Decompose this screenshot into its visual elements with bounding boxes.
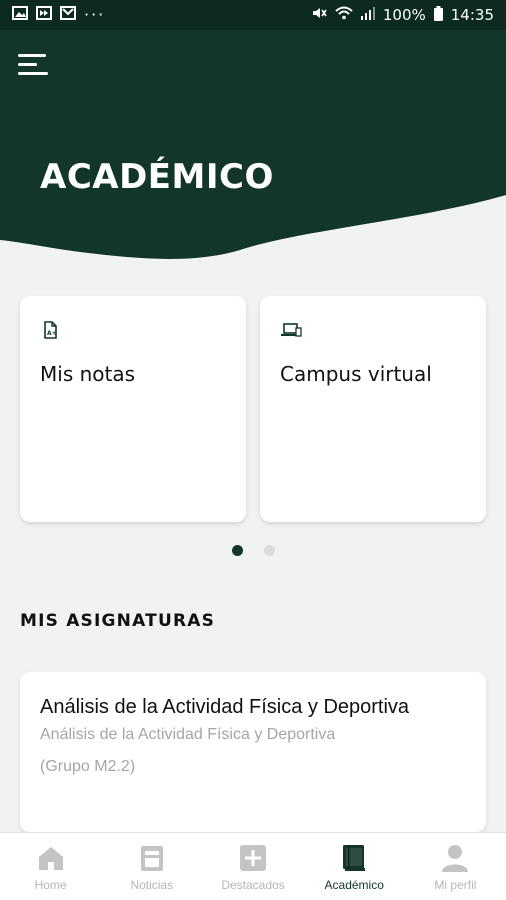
nav-item-destacados[interactable]: Destacados [202, 833, 303, 900]
mail-notification-icon [60, 6, 76, 24]
nav-label: Home [34, 878, 67, 892]
nav-item-home[interactable]: Home [0, 833, 101, 900]
nav-item-academico[interactable]: Académico [304, 833, 405, 900]
mute-icon [311, 6, 327, 24]
subject-group: (Grupo M2.2) [40, 758, 136, 775]
battery-percent: 100% [382, 6, 426, 24]
header-background [0, 30, 506, 259]
status-bar-right: 100% 14:35 [311, 5, 494, 25]
status-bar-left: ··· [12, 6, 105, 24]
nav-label: Académico [324, 878, 384, 892]
image-notification-icon [12, 6, 28, 24]
nav-label: Mi perfil [434, 878, 477, 892]
carousel-dot[interactable] [263, 545, 275, 556]
menu-icon[interactable] [18, 52, 52, 80]
bottom-nav: Home Noticias Destacados Académico Mi pe… [0, 832, 506, 900]
subject-card[interactable]: Análisis de la Actividad Física y Deport… [20, 672, 486, 832]
nav-label: Noticias [130, 878, 174, 892]
nav-item-noticias[interactable]: Noticias [101, 833, 202, 900]
nav-label: Destacados [221, 878, 285, 892]
shortcut-cards: A+ Mis notas Campus virtual [20, 296, 486, 522]
carousel-dot-active[interactable] [231, 545, 243, 556]
carousel-indicator [0, 545, 506, 556]
battery-icon [433, 5, 443, 25]
shortcut-label: Mis notas [40, 362, 136, 386]
subject-name: Análisis de la Actividad Física y Deport… [40, 696, 410, 718]
shortcut-card-campus-virtual[interactable]: Campus virtual [260, 296, 486, 522]
user-icon [442, 845, 469, 872]
grades-document-icon: A+ [40, 320, 60, 340]
page-header [0, 30, 506, 270]
status-bar: ··· 100% 14:35 [0, 0, 506, 30]
section-title-mis-asignaturas: MIS ASIGNATURAS [20, 611, 216, 631]
clock: 14:35 [450, 6, 494, 24]
home-icon [38, 847, 63, 870]
laptop-icon [280, 320, 302, 340]
wifi-icon [335, 6, 353, 24]
page-title: ACADÉMICO [40, 157, 274, 197]
news-icon [140, 846, 163, 871]
subject-subtitle: Análisis de la Actividad Física y Deport… [40, 726, 336, 743]
more-notifications-icon: ··· [84, 5, 106, 24]
shortcut-label: Campus virtual [280, 362, 432, 386]
book-icon [343, 845, 366, 871]
send-notification-icon [36, 6, 52, 24]
nav-item-mi-perfil[interactable]: Mi perfil [405, 833, 506, 900]
plus-icon [240, 845, 266, 871]
svg-text:A+: A+ [47, 330, 57, 337]
shortcut-card-mis-notas[interactable]: A+ Mis notas [20, 296, 246, 522]
signal-icon [360, 6, 375, 24]
